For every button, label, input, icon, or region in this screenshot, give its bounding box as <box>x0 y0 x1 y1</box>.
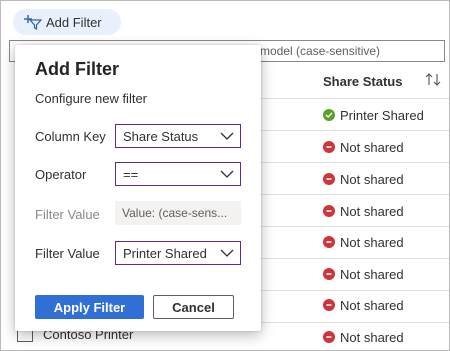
apply-filter-button[interactable]: Apply Filter <box>35 295 144 319</box>
sort-icon[interactable] <box>425 71 441 89</box>
column-key-label: Column Key <box>35 129 106 144</box>
column-key-value: Share Status <box>123 128 199 144</box>
table-row-status: Not shared <box>323 233 404 251</box>
filter-value-placeholder: Value: (case-sens... <box>122 206 228 220</box>
status-text: Not shared <box>340 266 404 282</box>
check-icon <box>323 109 335 121</box>
chevron-down-icon <box>220 132 234 140</box>
blocked-icon <box>323 205 335 217</box>
blocked-icon <box>323 236 335 248</box>
status-text: Not shared <box>340 297 404 313</box>
filter-value-selected: Printer Shared <box>123 245 207 261</box>
row-divider <box>261 226 449 227</box>
add-filter-icon <box>24 15 42 30</box>
table-row-status: Not shared <box>323 170 404 188</box>
column-key-dropdown[interactable]: Share Status <box>115 124 241 148</box>
filter-value-label-disabled: Filter Value <box>35 207 100 222</box>
status-text: Not shared <box>340 203 404 219</box>
status-text: Not shared <box>340 171 404 187</box>
chevron-down-icon <box>220 170 234 178</box>
row-divider <box>261 194 449 195</box>
add-filter-dialog: Add Filter Configure new filter Column K… <box>15 45 261 331</box>
blocked-icon <box>323 141 335 153</box>
blocked-icon <box>323 299 335 311</box>
row-divider <box>261 290 449 291</box>
blocked-icon <box>323 331 335 343</box>
table-row-status: Not shared <box>323 202 404 220</box>
row-divider <box>261 98 449 99</box>
row-divider <box>261 258 449 259</box>
dialog-title: Add Filter <box>35 59 119 79</box>
table-row-status: Printer Shared <box>323 106 424 124</box>
row-divider <box>261 162 449 163</box>
column-header-share-status[interactable]: Share Status <box>323 74 402 89</box>
dialog-subtitle: Configure new filter <box>35 91 147 106</box>
row-divider <box>261 322 449 323</box>
status-text: Printer Shared <box>340 107 424 123</box>
filter-value-textbox: Value: (case-sens... <box>115 201 241 225</box>
status-text: Not shared <box>340 234 404 250</box>
chevron-down-icon <box>220 249 234 257</box>
add-filter-button[interactable]: Add Filter <box>13 9 121 35</box>
status-text: Not shared <box>340 329 404 345</box>
blocked-icon <box>323 173 335 185</box>
operator-label: Operator <box>35 167 87 182</box>
blocked-icon <box>323 268 335 280</box>
filter-value-dropdown[interactable]: Printer Shared <box>115 241 241 265</box>
table-row-status: Not shared <box>323 296 404 314</box>
cancel-button[interactable]: Cancel <box>153 295 234 319</box>
operator-value: == <box>123 166 139 182</box>
table-row-status: Not shared <box>323 328 404 346</box>
page-frame: Add Filter model (case-sensitive) Share … <box>0 0 450 351</box>
add-filter-label: Add Filter <box>46 14 102 30</box>
row-divider <box>261 130 449 131</box>
operator-dropdown[interactable]: == <box>115 162 241 186</box>
filter-value-label: Filter Value <box>35 246 100 261</box>
table-row-status: Not shared <box>323 265 404 283</box>
search-placeholder: model (case-sensitive) <box>260 44 381 58</box>
table-row-status: Not shared <box>323 138 404 156</box>
status-text: Not shared <box>340 139 404 155</box>
